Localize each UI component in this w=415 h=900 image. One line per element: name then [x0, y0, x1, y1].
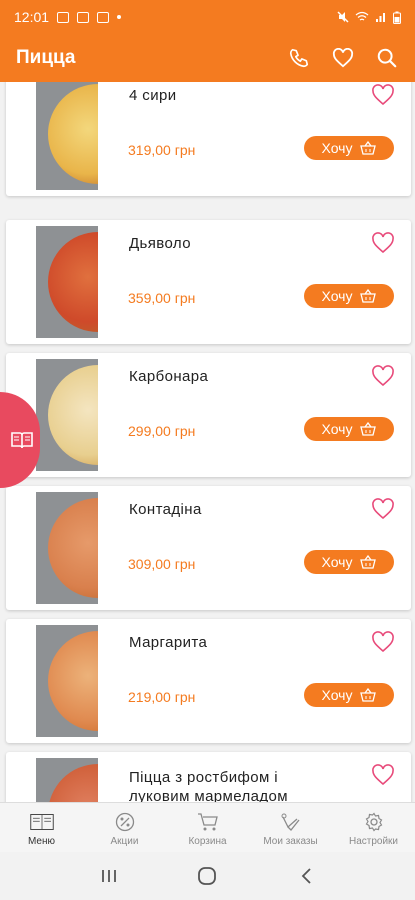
bottom-tab-bar: Меню Акции Корзина Мои заказы Настройки	[0, 802, 415, 852]
favorite-heart-icon[interactable]	[370, 497, 396, 521]
tab-label: Настройки	[348, 836, 399, 847]
product-name: Контадіна	[129, 501, 202, 518]
favorite-heart-icon[interactable]	[370, 630, 396, 654]
favorite-heart-icon[interactable]	[370, 83, 396, 107]
want-button-label: Хочу	[321, 288, 353, 304]
tab-settings[interactable]: Настройки	[332, 803, 415, 852]
mute-icon	[337, 11, 349, 23]
want-button-label: Хочу	[321, 421, 353, 437]
more-notifications-icon	[117, 15, 122, 19]
back-icon[interactable]	[286, 856, 326, 896]
product-list[interactable]: 4 сири 319,00 грн Хочу Дьяволо 359,00 гр…	[0, 82, 415, 802]
product-price: 309,00 грн	[128, 556, 196, 572]
basket-icon	[360, 422, 377, 436]
menu-book-icon	[29, 811, 54, 833]
want-button-label: Хочу	[321, 140, 353, 156]
product-price: 219,00 грн	[128, 689, 196, 705]
product-card[interactable]: Маргарита 219,00 грн Хочу	[6, 619, 411, 743]
basket-icon	[360, 141, 377, 155]
tab-cart[interactable]: Корзина	[166, 803, 249, 852]
signal-icon	[376, 13, 385, 22]
tab-promotions[interactable]: Акции	[83, 803, 166, 852]
recent-apps-icon[interactable]	[89, 856, 129, 896]
product-card[interactable]: 4 сири 319,00 грн Хочу	[6, 82, 411, 196]
product-card[interactable]: Піцца з ростбифом і луковим мармеладом	[6, 752, 411, 802]
system-navigation-bar	[0, 852, 415, 900]
want-button[interactable]: Хочу	[304, 284, 394, 308]
product-card[interactable]: Контадіна 309,00 грн Хочу	[6, 486, 411, 610]
product-name: Дьяволо	[129, 235, 191, 252]
tab-my-orders[interactable]: Мои заказы	[249, 803, 332, 852]
product-price: 319,00 грн	[128, 142, 196, 158]
product-name: Карбонара	[129, 368, 209, 385]
want-button[interactable]: Хочу	[304, 136, 394, 160]
app-bar: Пицца	[0, 34, 415, 82]
product-photo	[36, 492, 98, 604]
product-price: 299,00 грн	[128, 423, 196, 439]
want-button[interactable]: Хочу	[304, 417, 394, 441]
open-book-icon	[11, 432, 33, 449]
page-title: Пицца	[16, 47, 76, 68]
product-card[interactable]: Карбонара 299,00 грн Хочу	[6, 353, 411, 477]
phone-icon[interactable]	[287, 46, 311, 70]
product-photo	[36, 625, 98, 737]
home-icon[interactable]	[187, 856, 227, 896]
basket-icon	[360, 555, 377, 569]
basket-icon	[360, 289, 377, 303]
product-photo	[36, 758, 98, 802]
shield-notification-icon	[97, 11, 110, 23]
want-button[interactable]: Хочу	[304, 550, 394, 574]
want-button-label: Хочу	[321, 687, 353, 703]
battery-icon	[393, 11, 401, 24]
product-price: 359,00 грн	[128, 290, 196, 306]
percent-icon	[113, 811, 137, 833]
product-card[interactable]: Дьяволо 359,00 грн Хочу	[6, 220, 411, 344]
product-name: 4 сири	[129, 87, 177, 104]
tab-label: Меню	[27, 836, 56, 847]
product-photo	[36, 226, 98, 338]
want-button-label: Хочу	[321, 554, 353, 570]
cart-icon	[196, 811, 220, 833]
tab-label: Мои заказы	[263, 836, 318, 847]
tab-label: Корзина	[188, 836, 227, 847]
status-bar: 12:01	[0, 0, 415, 34]
orders-icon	[279, 811, 303, 833]
product-name: Піцца з ростбифом і луковим мармеладом	[129, 769, 289, 802]
app-notification-icon	[77, 11, 90, 23]
favorite-heart-icon[interactable]	[370, 763, 396, 787]
gear-icon	[362, 811, 386, 833]
tab-menu[interactable]: Меню	[0, 803, 83, 852]
favorite-heart-icon[interactable]	[370, 231, 396, 255]
favorite-heart-icon[interactable]	[370, 364, 396, 388]
product-name: Маргарита	[129, 634, 208, 651]
tab-label: Акции	[110, 836, 139, 847]
product-photo	[36, 359, 98, 471]
heart-icon[interactable]	[331, 46, 355, 70]
gallery-notification-icon	[57, 11, 70, 23]
status-time: 12:01	[14, 9, 50, 25]
wifi-icon	[355, 11, 369, 21]
want-button[interactable]: Хочу	[304, 683, 394, 707]
product-photo	[36, 82, 98, 190]
basket-icon	[360, 688, 377, 702]
search-icon[interactable]	[375, 46, 399, 70]
